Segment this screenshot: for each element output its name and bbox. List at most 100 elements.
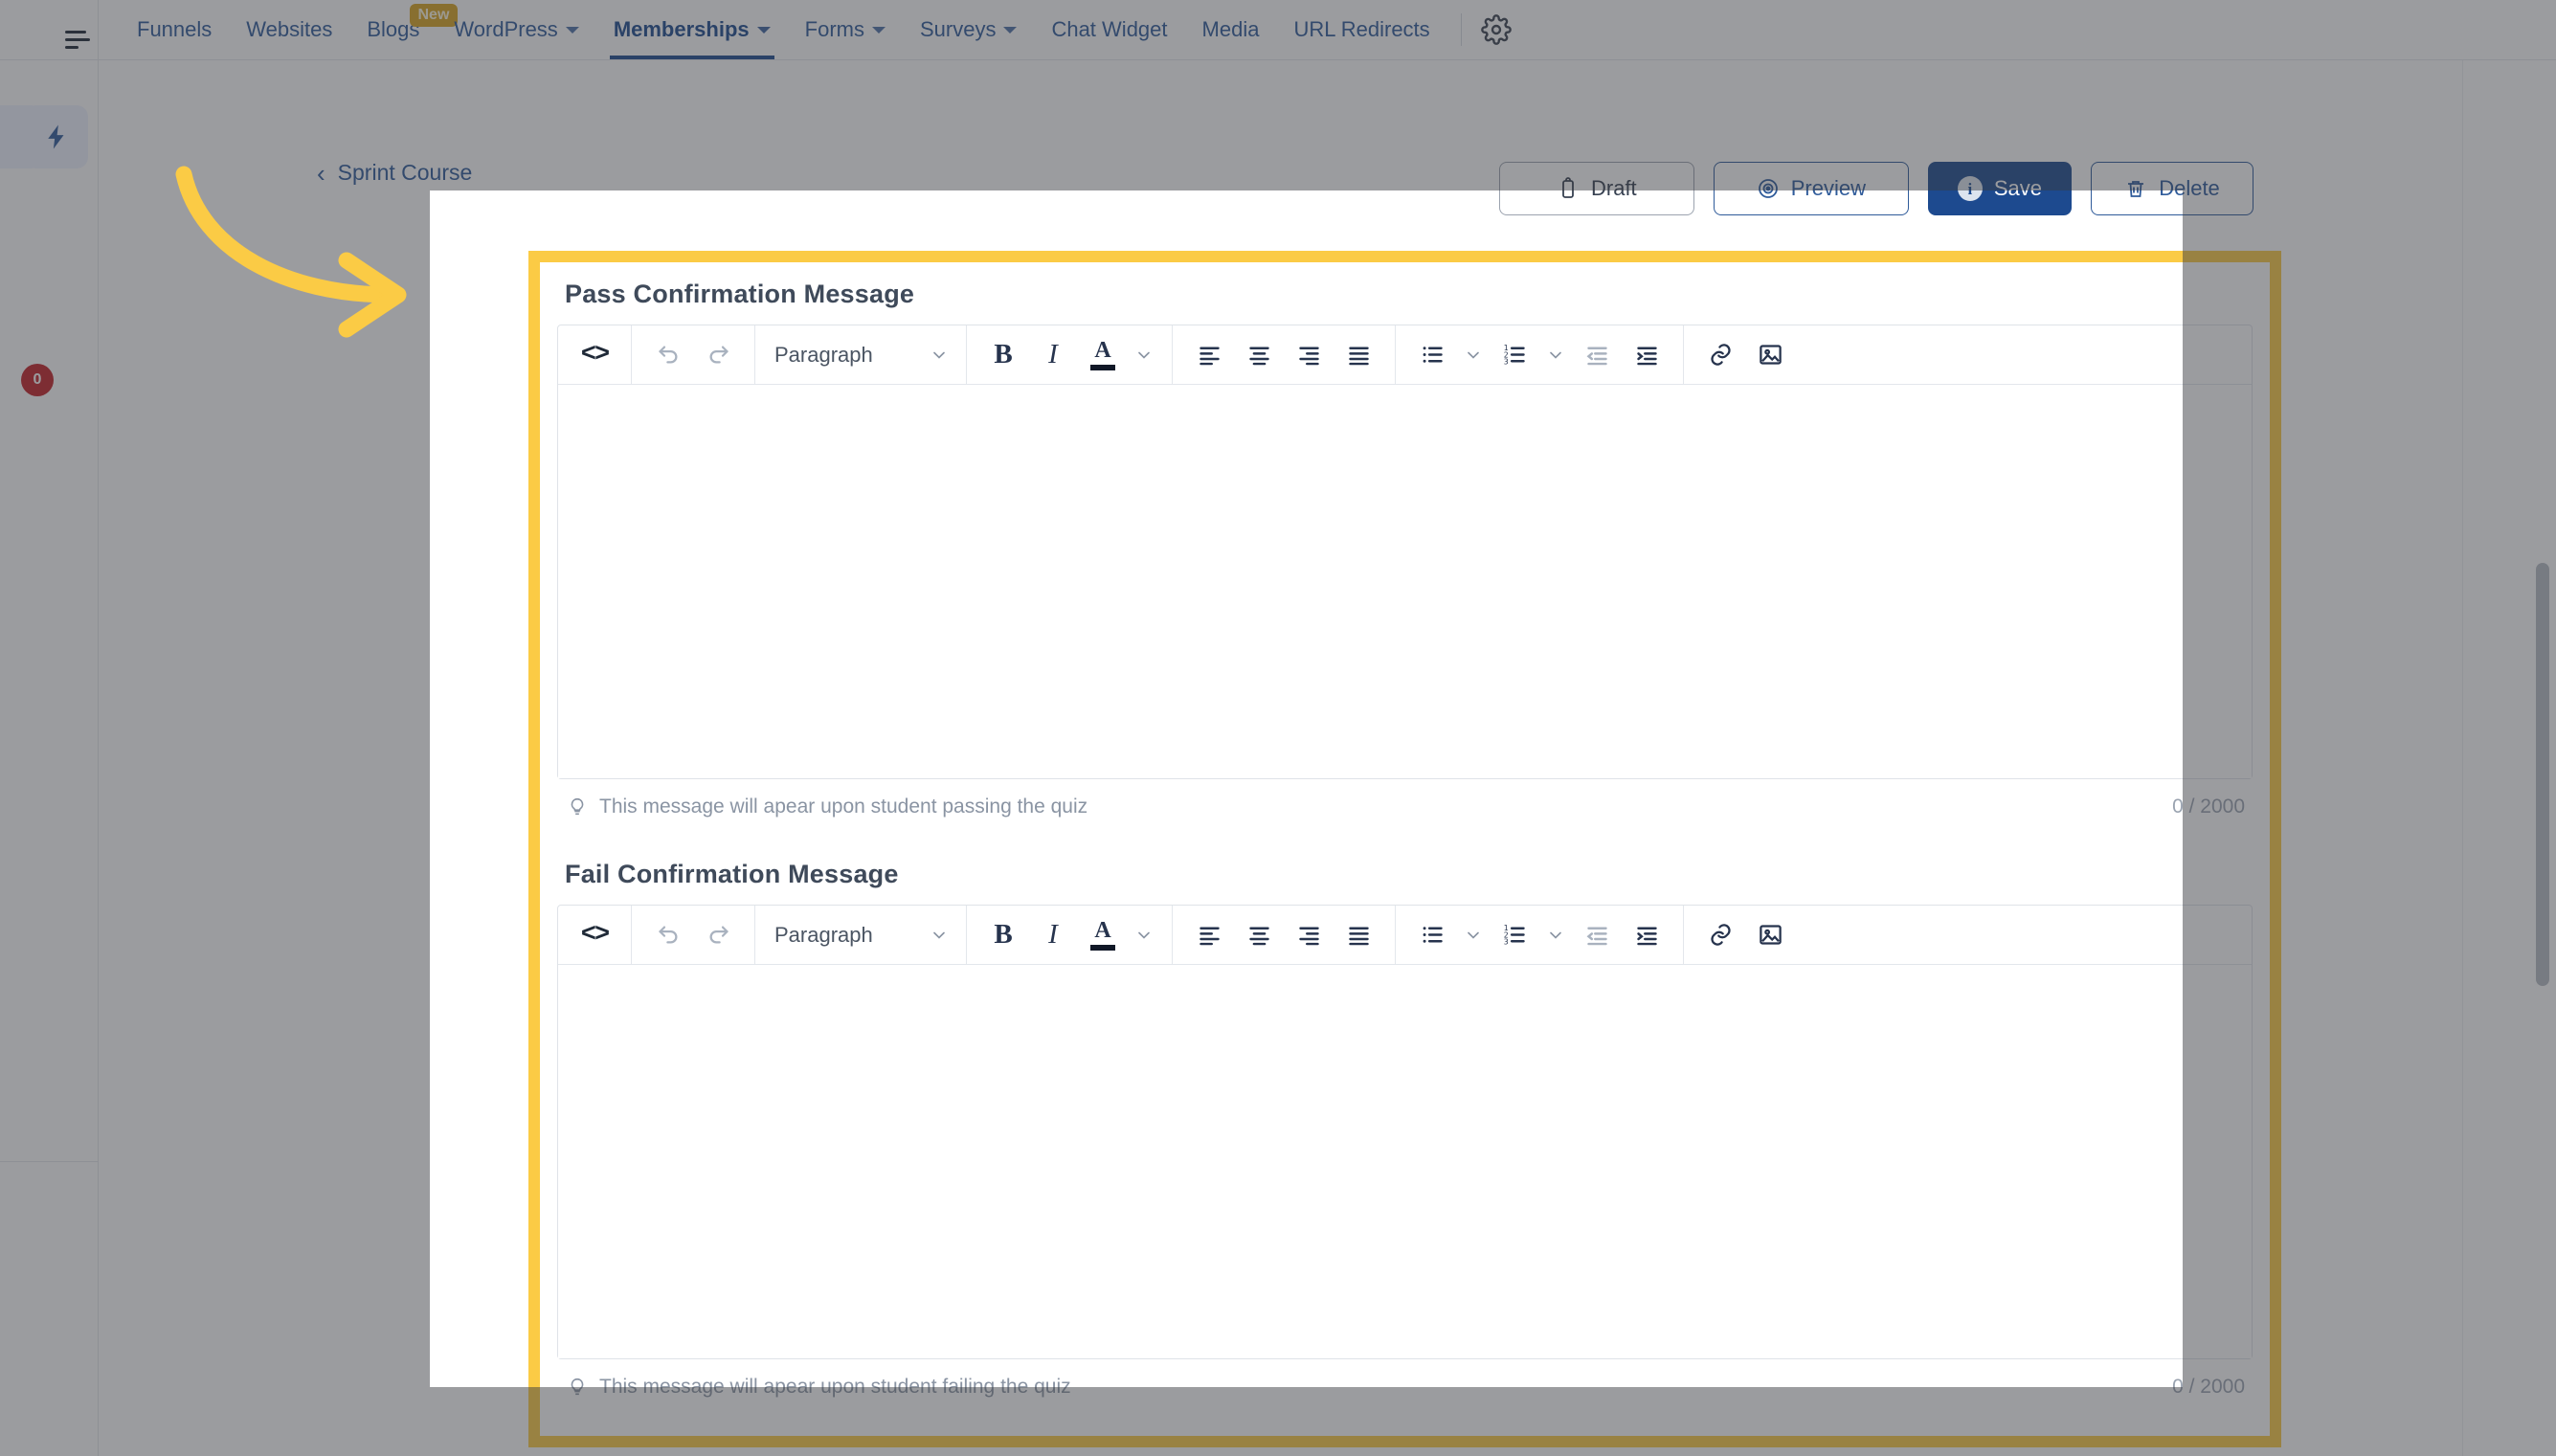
paragraph-format-select[interactable]: Paragraph xyxy=(767,913,954,957)
delete-label: Delete xyxy=(2159,176,2220,200)
fail-message-input[interactable] xyxy=(558,965,2252,1358)
chevron-down-icon xyxy=(871,26,886,34)
nav-item-url-redirects[interactable]: URL Redirects xyxy=(1276,0,1446,59)
nav-item-chat-widget[interactable]: Chat Widget xyxy=(1034,0,1184,59)
chevron-down-icon xyxy=(756,26,771,34)
save-button[interactable]: i Save xyxy=(1927,162,2072,215)
breadcrumb[interactable]: ‹ Sprint Course xyxy=(317,160,472,186)
bold-glyph: B xyxy=(994,339,1013,370)
toolbar-group-history xyxy=(632,906,754,965)
undo-icon[interactable] xyxy=(646,913,690,957)
nav-divider xyxy=(1460,13,1462,46)
toolbar-group-style: B I A xyxy=(967,906,1172,965)
align-justify-icon[interactable] xyxy=(1336,913,1380,957)
align-center-icon[interactable] xyxy=(1237,913,1281,957)
pass-counter: 0 / 2000 xyxy=(2172,795,2245,818)
gear-icon[interactable] xyxy=(1475,9,1517,51)
indent-icon[interactable] xyxy=(1625,333,1669,377)
align-right-icon[interactable] xyxy=(1287,333,1331,377)
redo-icon[interactable] xyxy=(696,913,740,957)
notification-badge[interactable]: 0 xyxy=(21,364,54,396)
pass-hint: This message will apear upon student pas… xyxy=(567,795,1087,818)
image-icon[interactable] xyxy=(1748,913,1792,957)
rail-button-quick-action[interactable] xyxy=(25,105,88,168)
outdent-icon[interactable] xyxy=(1575,333,1619,377)
chevron-down-icon xyxy=(930,346,949,365)
delete-button[interactable]: Delete xyxy=(2091,162,2253,215)
align-right-icon[interactable] xyxy=(1287,913,1331,957)
nav-item-forms[interactable]: Forms xyxy=(788,0,903,59)
nav-item-wordpress[interactable]: WordPress xyxy=(437,0,595,59)
source-code-icon[interactable]: <> xyxy=(572,333,617,377)
outdent-icon[interactable] xyxy=(1575,913,1619,957)
vertical-scrollbar-thumb[interactable] xyxy=(2536,563,2549,986)
header-actions: Draft Preview i Save Delete xyxy=(1498,162,2253,215)
draft-button[interactable]: Draft xyxy=(1498,162,1694,215)
bullet-list-chevron-down-icon[interactable] xyxy=(1457,333,1490,377)
nav-item-media[interactable]: Media xyxy=(1185,0,1277,59)
pass-message-editor[interactable]: <> Paragraph B I A 1 2 3 xyxy=(557,325,2253,779)
bold-button[interactable]: B xyxy=(981,333,1025,377)
link-icon[interactable] xyxy=(1698,913,1742,957)
numbered-list-icon[interactable]: 123 xyxy=(1492,333,1536,377)
vertical-scrollbar-track[interactable] xyxy=(2529,121,2556,1456)
undo-icon[interactable] xyxy=(646,333,690,377)
pass-message-label: Pass Confirmation Message xyxy=(565,280,915,308)
nav-label: Memberships xyxy=(613,17,750,41)
italic-button[interactable]: I xyxy=(1031,913,1075,957)
content-column: ‹ Sprint Course Draft Preview i Save Del… xyxy=(99,60,2463,1456)
paragraph-format-value: Paragraph xyxy=(774,342,873,367)
svg-text:3: 3 xyxy=(1503,938,1508,947)
trash-icon xyxy=(2128,181,2144,197)
nav-item-funnels[interactable]: Funnels xyxy=(120,0,229,59)
draft-label: Draft xyxy=(1591,176,1637,200)
bold-button[interactable]: B xyxy=(981,913,1025,957)
text-color-icon: A xyxy=(1090,919,1115,951)
text-color-glyph: A xyxy=(1094,918,1111,943)
pass-editor-toolbar: <> Paragraph B I A 1 2 3 xyxy=(558,325,2252,385)
fail-message-label: Fail Confirmation Message xyxy=(565,860,899,888)
nav-item-surveys[interactable]: Surveys xyxy=(903,0,1034,59)
pass-field-footer: This message will apear upon student pas… xyxy=(557,779,2253,835)
align-left-icon[interactable] xyxy=(1187,913,1231,957)
bullet-list-icon[interactable] xyxy=(1410,913,1454,957)
clipboard-icon xyxy=(1562,177,1574,198)
numbered-list-chevron-down-icon[interactable] xyxy=(1539,333,1572,377)
preview-button[interactable]: Preview xyxy=(1713,162,1909,215)
text-color-chevron-down-icon[interactable] xyxy=(1128,333,1160,377)
hamburger-icon[interactable] xyxy=(65,31,90,52)
bullet-list-chevron-down-icon[interactable] xyxy=(1457,913,1490,957)
text-color-button[interactable]: A xyxy=(1081,913,1125,957)
redo-icon[interactable] xyxy=(696,333,740,377)
paragraph-format-select[interactable]: Paragraph xyxy=(767,333,954,377)
align-justify-icon[interactable] xyxy=(1336,333,1380,377)
nav-item-websites[interactable]: Websites xyxy=(229,0,349,59)
indent-icon[interactable] xyxy=(1625,913,1669,957)
italic-glyph: I xyxy=(1048,919,1058,950)
text-color-chevron-down-icon[interactable] xyxy=(1128,913,1160,957)
highlighted-region: Pass Confirmation Message <> Paragraph B… xyxy=(528,251,2281,1447)
save-label: Save xyxy=(1993,176,2042,200)
fail-counter: 0 / 2000 xyxy=(2172,1376,2245,1398)
fail-message-editor[interactable]: <> Paragraph B I A 1 2 3 xyxy=(557,905,2253,1359)
bullet-list-icon[interactable] xyxy=(1410,333,1454,377)
nav-item-blogs[interactable]: Blogs New xyxy=(349,0,459,59)
preview-label: Preview xyxy=(1790,176,1866,200)
bold-glyph: B xyxy=(994,919,1013,950)
pass-hint-text: This message will apear upon student pas… xyxy=(599,795,1088,818)
numbered-list-icon[interactable]: 123 xyxy=(1492,913,1536,957)
fail-editor-toolbar: <> Paragraph B I A 1 2 3 xyxy=(558,905,2252,965)
numbered-list-chevron-down-icon[interactable] xyxy=(1539,913,1572,957)
pass-message-input[interactable] xyxy=(558,385,2252,778)
image-icon[interactable] xyxy=(1748,333,1792,377)
align-left-icon[interactable] xyxy=(1187,333,1231,377)
toolbar-group-style: B I A xyxy=(967,325,1172,385)
text-color-button[interactable]: A xyxy=(1081,333,1125,377)
nav-item-memberships[interactable]: Memberships xyxy=(596,0,788,59)
italic-button[interactable]: I xyxy=(1031,333,1075,377)
toolbar-group-source: <> xyxy=(558,325,631,385)
source-code-icon[interactable]: <> xyxy=(572,913,617,957)
align-center-icon[interactable] xyxy=(1237,333,1281,377)
italic-glyph: I xyxy=(1048,339,1058,370)
link-icon[interactable] xyxy=(1698,333,1742,377)
